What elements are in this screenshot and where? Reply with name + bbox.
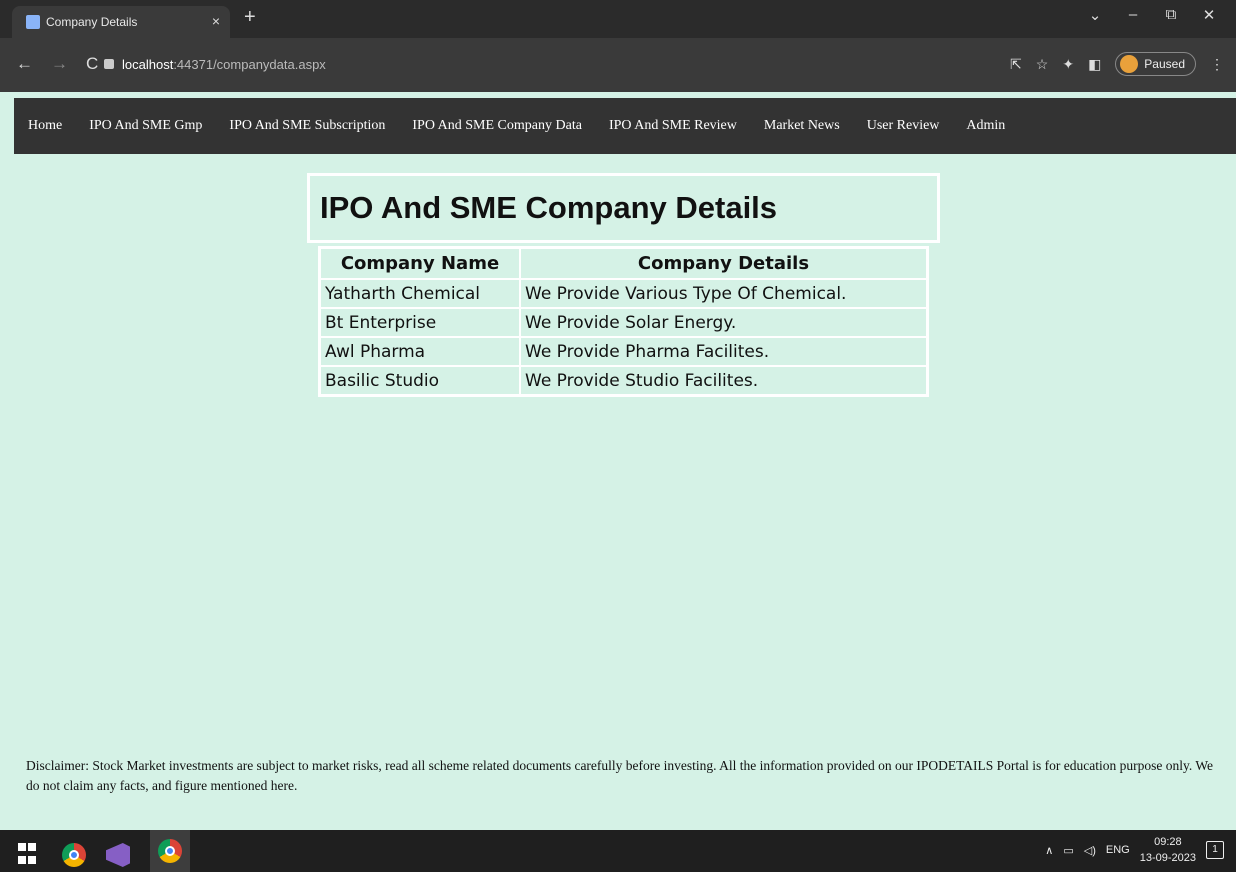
windows-start-icon[interactable] bbox=[18, 843, 42, 867]
restore-icon[interactable]: ⧉ bbox=[1152, 6, 1190, 24]
nav-ipo-sme-company-data[interactable]: IPO And SME Company Data bbox=[412, 118, 582, 134]
disclaimer-text: Disclaimer: Stock Market investments are… bbox=[26, 758, 1214, 793]
language-indicator[interactable]: ENG bbox=[1106, 844, 1130, 856]
bookmark-star-icon[interactable]: ☆ bbox=[1036, 56, 1049, 73]
company-details-cell: We Provide Studio Facilites. bbox=[520, 366, 927, 395]
profile-button[interactable]: Paused bbox=[1115, 52, 1196, 76]
browser-tab[interactable]: Company Details × bbox=[12, 6, 230, 38]
page-favicon-icon bbox=[26, 15, 40, 29]
volume-icon[interactable]: ◁) bbox=[1084, 844, 1096, 857]
notification-icon[interactable]: 1 bbox=[1206, 841, 1224, 859]
reload-icon[interactable]: C bbox=[86, 54, 98, 74]
new-tab-icon[interactable]: + bbox=[244, 6, 256, 29]
company-name-cell: Awl Pharma bbox=[320, 337, 520, 366]
table-header-row: Company Name Company Details bbox=[320, 248, 927, 279]
forward-icon[interactable]: → bbox=[51, 54, 68, 74]
profile-status: Paused bbox=[1144, 57, 1185, 71]
close-window-icon[interactable]: ✕ bbox=[1190, 6, 1228, 24]
company-details-cell: We Provide Solar Energy. bbox=[520, 308, 927, 337]
column-header-company-details: Company Details bbox=[520, 248, 927, 279]
browser-tab-bar: Company Details × + ⌄ – ⧉ ✕ bbox=[0, 0, 1236, 38]
nav-home[interactable]: Home bbox=[28, 118, 62, 134]
address-bar[interactable]: localhost:44371/companydata.aspx bbox=[104, 52, 994, 78]
company-details-cell: We Provide Pharma Facilites. bbox=[520, 337, 927, 366]
extensions-icon[interactable]: ✦ bbox=[1062, 56, 1074, 73]
clock-date: 13-09-2023 bbox=[1139, 852, 1196, 864]
url-path: :44371/companydata.aspx bbox=[173, 57, 326, 72]
system-clock[interactable]: 09:28 13-09-2023 bbox=[1140, 834, 1196, 866]
nav-user-review[interactable]: User Review bbox=[867, 118, 940, 134]
nav-ipo-sme-review[interactable]: IPO And SME Review bbox=[609, 118, 737, 134]
company-details-cell: We Provide Various Type Of Chemical. bbox=[520, 279, 927, 308]
clock-time: 09:28 bbox=[1154, 836, 1182, 848]
avatar bbox=[1120, 55, 1139, 73]
minimize-icon[interactable]: – bbox=[1114, 6, 1152, 24]
windows-taskbar: ∧ ▭ ◁) ENG 09:28 13-09-2023 1 bbox=[0, 830, 1236, 872]
table-row: Basilic Studio We Provide Studio Facilit… bbox=[320, 366, 927, 395]
side-panel-icon[interactable]: ◧ bbox=[1088, 56, 1101, 73]
table-row: Awl Pharma We Provide Pharma Facilites. bbox=[320, 337, 927, 366]
nav-market-news[interactable]: Market News bbox=[764, 118, 840, 134]
lock-icon bbox=[104, 59, 114, 69]
network-icon[interactable]: ▭ bbox=[1063, 844, 1073, 857]
page-title-box: IPO And SME Company Details bbox=[307, 173, 940, 243]
back-icon[interactable]: ← bbox=[16, 54, 33, 74]
close-tab-icon[interactable]: × bbox=[212, 13, 220, 29]
url-host: localhost bbox=[122, 57, 174, 72]
nav-admin[interactable]: Admin bbox=[966, 118, 1005, 134]
browser-toolbar: ← → C localhost:44371/companydata.aspx ⇱… bbox=[0, 38, 1236, 92]
site-navbar: Home IPO And SME Gmp IPO And SME Subscri… bbox=[14, 98, 1236, 154]
table-row: Yatharth Chemical We Provide Various Typ… bbox=[320, 279, 927, 308]
tab-search-icon[interactable]: ⌄ bbox=[1076, 6, 1114, 24]
page-title: IPO And SME Company Details bbox=[320, 190, 778, 225]
company-name-cell: Bt Enterprise bbox=[320, 308, 520, 337]
window-controls: ⌄ – ⧉ ✕ bbox=[1076, 6, 1228, 24]
company-table: Company Name Company Details Yatharth Ch… bbox=[318, 246, 929, 397]
visual-studio-icon[interactable] bbox=[106, 843, 130, 867]
column-header-company-name: Company Name bbox=[320, 248, 520, 279]
menu-kebab-icon[interactable]: ⋮ bbox=[1210, 56, 1224, 73]
table-row: Bt Enterprise We Provide Solar Energy. bbox=[320, 308, 927, 337]
chrome-active-window-icon[interactable] bbox=[150, 830, 190, 872]
share-icon[interactable]: ⇱ bbox=[1010, 56, 1022, 73]
nav-ipo-sme-gmp[interactable]: IPO And SME Gmp bbox=[89, 118, 202, 134]
chrome-taskbar-icon[interactable] bbox=[62, 843, 86, 867]
chrome-icon bbox=[158, 839, 182, 863]
tray-chevron-icon[interactable]: ∧ bbox=[1045, 844, 1053, 857]
tab-title: Company Details bbox=[46, 15, 138, 29]
nav-ipo-sme-subscription[interactable]: IPO And SME Subscription bbox=[229, 118, 385, 134]
company-name-cell: Yatharth Chemical bbox=[320, 279, 520, 308]
company-name-cell: Basilic Studio bbox=[320, 366, 520, 395]
